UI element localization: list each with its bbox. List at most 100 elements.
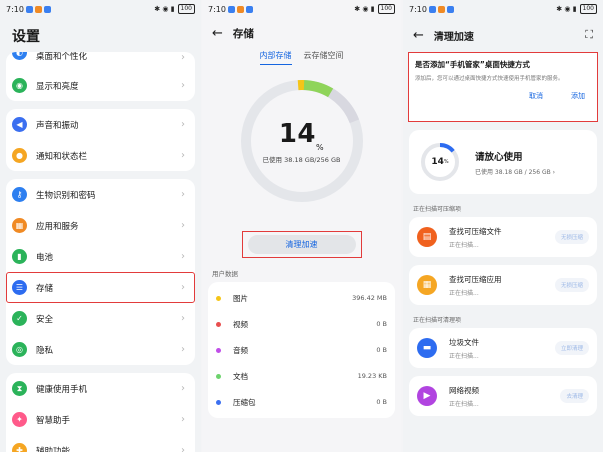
scan-item-action-button[interactable]: 立即清理 [554,341,589,355]
scan-item-card[interactable]: ▤ 查找可压缩文件 正在扫描... 无损压缩 [409,217,597,257]
summary-subtitle: 已使用 38.18 GB / 256 GB › [475,168,556,176]
storage-tabs: 内部存储 云存储空间 [202,50,401,65]
accessibility-icon: ✚ [12,443,27,452]
apps-icon: ▦ [417,275,437,295]
chevron-right-icon: › [181,80,185,91]
cleanup-screen: 7:10 ✱ ◉ ▮ 100 ← 清理加速 ⛶ 是否添加“手机管家”桌面快捷方式 … [403,0,603,452]
battery-indicator: 100 [177,4,195,14]
category-size: 19.23 KB [357,372,387,380]
scan-item-action-button[interactable]: 无损压缩 [554,230,589,244]
file-category-row[interactable]: 图片 396.42 MB [208,285,395,311]
key-icon: ⚷ [12,187,27,202]
scan-item-card[interactable]: ▦ 查找可压缩应用 正在扫描... 无损压缩 [409,265,597,305]
category-name: 音频 [233,345,248,355]
scan-item-action-button[interactable]: 去清理 [560,389,589,403]
back-arrow-icon[interactable]: ← [413,28,424,43]
notification-icon [245,5,253,13]
chevron-right-icon: › [181,445,185,452]
back-arrow-icon[interactable]: ← [212,26,223,41]
file-category-row[interactable]: 文档 19.23 KB [208,363,395,389]
settings-item[interactable]: ● 通知和状态栏 › [6,140,195,171]
privacy-icon: ◎ [12,342,27,357]
dialog-text: 添加后，您可以通过桌面快捷方式快速使用手机管家的服务。 [415,76,564,82]
settings-item[interactable]: ⧗ 健康使用手机 › [6,373,195,404]
notification-icon [236,5,244,13]
tab-internal-storage[interactable]: 内部存储 [259,50,292,65]
file-category-row[interactable]: 压缩包 0 B [208,389,395,415]
usage-text: 已使用 38.18 GB/256 GB [262,155,341,164]
apps-icon: ▦ [12,218,27,233]
usage-percent: 14% [278,118,325,152]
scan-item-status: 正在扫描... [449,289,479,297]
status-bar: 7:10 ✱ ◉ ▮ 100 [202,0,401,18]
mini-percent: 14% [431,157,449,167]
settings-item[interactable]: ☰ 存储 › [6,272,195,303]
hourglass-icon: ⧗ [12,381,27,396]
scan-item-status: 正在扫描... [449,241,479,249]
shortcut-dialog: 是否添加“手机管家”桌面快捷方式 添加后，您可以通过桌面快捷方式快速使用手机管家… [408,52,598,122]
scan-item-card[interactable]: ▶ 网络视频 正在扫描... 去清理 [409,376,597,416]
category-name: 图片 [233,293,248,303]
category-dot [216,295,221,301]
dialog-title: 是否添加“手机管家”桌面快捷方式 [415,60,530,69]
settings-item[interactable]: ✚ 辅助功能 › [6,435,195,452]
page-title: 存储 [232,27,254,40]
settings-item[interactable]: ◀ 声音和振动 › [6,109,195,140]
clean-accelerate-button[interactable]: 清理加速 [247,235,356,254]
settings-screen: 7:10 ✱ ◉ ▮ 100 设置 ◐ 桌面和个性化 › ◉ 显示和亮度 › ◀ 声音和振动 › ●… [0,0,201,452]
usage-readout: 14% 已使用 38.18 GB/256 GB [238,77,366,205]
category-name: 文档 [233,371,248,381]
storage-header: ← 存储 [202,18,401,48]
settings-group: ⚷ 生物识别和密码 › ▦ 应用和服务 › ▮ 电池 › ☰ 存储 › ✓ 安全 › ◎ 隐私 › [6,179,195,365]
settings-item[interactable]: ⚷ 生物识别和密码 › [6,179,195,210]
settings-item[interactable]: ✓ 安全 › [6,303,195,334]
compress-list: ▤ 查找可压缩文件 正在扫描... 无损压缩 ▦ 查找可压缩应用 正在扫描... 无损压缩 [403,217,603,305]
settings-item-label: 显示和亮度 [36,81,79,92]
tab-cloud-storage[interactable]: 云存储空间 [304,50,344,65]
settings-group: ◀ 声音和振动 › ● 通知和状态栏 › [6,109,195,171]
scan-item-status: 正在扫描... [449,352,479,360]
file-icon: ▤ [417,227,437,247]
scan-icon[interactable]: ⛶ [585,28,593,42]
category-size: 396.42 MB [352,294,387,302]
notification-icon [446,5,454,13]
scan-item-status: 正在扫描... [449,400,479,408]
status-time: 7:10 [6,4,24,14]
storage-summary-card[interactable]: 14% 请放心使用 已使用 38.18 GB / 256 GB › [409,130,597,194]
settings-item[interactable]: ◉ 显示和亮度 › [6,70,195,101]
page-title: 设置 [12,29,40,45]
file-category-row[interactable]: 音频 0 B [208,337,395,363]
settings-item-label: 声音和振动 [36,120,79,131]
settings-item-label: 安全 [36,314,54,325]
settings-item[interactable]: ◐ 桌面和个性化 › [6,52,195,70]
battery-indicator: 100 [579,4,597,14]
settings-list: ◐ 桌面和个性化 › ◉ 显示和亮度 › ◀ 声音和振动 › ● 通知和状态栏 › ⚷ 生物识别和密码 › ▦… [0,52,201,452]
scan-item-title: 网络视频 [449,385,479,395]
clean-section-label: 正在扫描可清理项 [413,317,462,324]
settings-item[interactable]: ▦ 应用和服务 › [6,210,195,241]
category-dot [216,347,221,353]
scan-item-title: 查找可压缩应用 [449,274,502,284]
notification-icon [34,5,42,13]
settings-item-label: 辅助功能 [36,446,71,452]
file-category-row[interactable]: 视频 0 B [208,311,395,337]
dialog-add-button[interactable]: 添加 [571,91,585,101]
settings-item-label: 健康使用手机 [36,384,88,395]
shield-icon: ✓ [12,311,27,326]
category-dot [216,321,221,327]
settings-item[interactable]: ◎ 隐私 › [6,334,195,365]
settings-item[interactable]: ▮ 电池 › [6,241,195,272]
chevron-right-icon: › [181,282,185,293]
chevron-right-icon: › [181,150,185,161]
speaker-icon: ◀ [12,117,27,132]
category-size: 0 B [376,320,387,328]
dialog-cancel-button[interactable]: 取消 [529,91,543,101]
scan-item-action-button[interactable]: 无损压缩 [554,278,589,292]
settings-item-label: 隐私 [36,345,54,356]
battery-icon: ▮ [12,249,27,264]
signal-icon: ✱ ◉ ▮ [354,5,375,13]
chevron-right-icon: › [181,344,185,355]
scan-item-card[interactable]: ▬ 垃圾文件 正在扫描... 立即清理 [409,328,597,368]
settings-item[interactable]: ✦ 智慧助手 › [6,404,195,435]
page-title: 清理加速 [433,31,474,43]
